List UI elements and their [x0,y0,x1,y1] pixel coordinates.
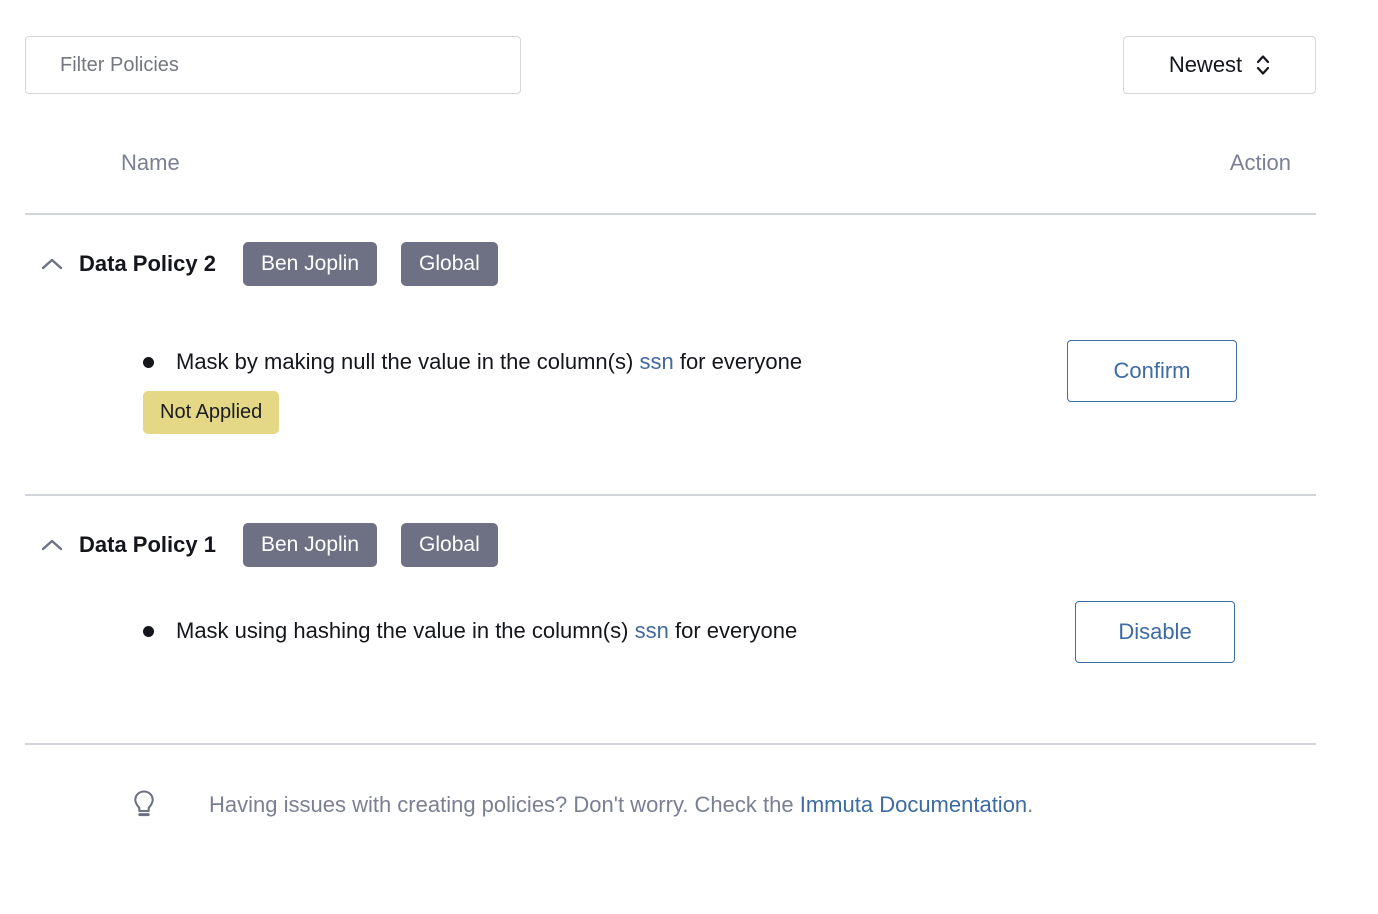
confirm-policy-button[interactable]: Confirm [1067,340,1237,402]
filter-policies-input[interactable] [25,36,521,94]
chevron-up-icon [41,538,63,552]
bullet-icon [143,357,154,368]
policy-status-badge: Not Applied [143,391,280,434]
collapse-toggle-button[interactable] [25,241,79,287]
column-header-action: Action [1229,150,1291,175]
lightbulb-icon [121,789,167,821]
help-footer: Having issues with creating policies? Do… [25,745,1316,865]
policy-title: Data Policy 1 [79,532,216,557]
chevron-up-down-icon [1256,53,1270,77]
sort-order-value: Newest [1168,52,1243,77]
help-text-before: Having issues with creating policies? Do… [209,792,794,817]
policy-rule-prefix: Mask using hashing the value in the colu… [176,618,629,643]
policy-rule-suffix: for everyone [674,618,798,643]
disable-policy-button[interactable]: Disable [1075,601,1235,663]
policies-panel: Newest Name Action Data Policy 2 [0,0,1378,914]
policy-rule-content: Mask by making null the value in the col… [143,345,802,434]
policy-rule-line: Mask by making null the value in the col… [143,345,802,379]
policy-rule-line: Mask using hashing the value in the colu… [143,614,797,648]
bullet-icon [143,626,154,637]
policy-rule-text: Mask by making null the value in the col… [176,345,802,379]
policy-title: Data Policy 2 [79,251,216,276]
policy-rule-column-link[interactable]: ssn [639,349,673,374]
help-text-after: . [1027,792,1034,817]
policy-rule-text: Mask using hashing the value in the colu… [176,614,797,648]
policy-rule-prefix: Mask by making null the value in the col… [176,349,634,374]
policy-row: Data Policy 1 Ben Joplin Global Mask usi… [25,496,1316,745]
policy-scope-badge: Global [401,523,498,567]
immuta-documentation-link[interactable]: Immuta Documentation [800,792,1027,817]
table-header: Name Action [25,140,1316,215]
sort-order-dropdown[interactable]: Newest [1123,36,1316,94]
column-header-name: Name [121,150,180,175]
collapse-toggle-button[interactable] [25,522,79,568]
policy-rule-content: Mask using hashing the value in the colu… [143,614,797,648]
help-footer-text: Having issues with creating policies? Do… [209,792,1033,818]
policies-toolbar: Newest [25,36,1316,94]
policy-owner-badge: Ben Joplin [242,242,378,286]
policy-rule-suffix: for everyone [679,349,803,374]
policy-rule-column-link[interactable]: ssn [635,618,669,643]
policy-header: Data Policy 2 Ben Joplin Global [25,241,498,287]
chevron-up-icon [41,257,63,271]
policy-owner-badge: Ben Joplin [242,523,378,567]
policy-row: Data Policy 2 Ben Joplin Global Mask by … [25,215,1316,496]
policy-header: Data Policy 1 Ben Joplin Global [25,522,498,568]
policy-scope-badge: Global [401,242,498,286]
